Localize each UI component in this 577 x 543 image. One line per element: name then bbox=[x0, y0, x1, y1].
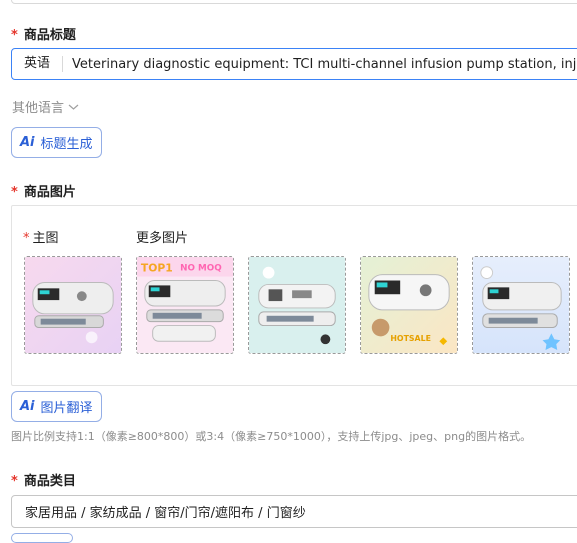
more-image-thumbnail-2[interactable] bbox=[248, 256, 346, 354]
product-category-select[interactable]: 家居用品 / 家纺成品 / 窗帘/门帘/遮阳布 / 门窗纱 bbox=[11, 495, 577, 528]
ai-icon: Ai bbox=[20, 135, 35, 150]
chevron-down-icon bbox=[68, 104, 79, 110]
infusion-pump-image: HOTSALE bbox=[361, 257, 457, 353]
image-format-hint: 图片比例支持1:1（像素≥800*800）或3:4（像素≥750*1000），支… bbox=[11, 430, 532, 443]
infusion-pump-image bbox=[249, 257, 345, 353]
product-title-label: * 商品标题 bbox=[11, 24, 76, 43]
more-image-thumbnail-3[interactable]: HOTSALE bbox=[360, 256, 458, 354]
previous-field[interactable] bbox=[11, 0, 577, 4]
other-languages-text: 其他语言 bbox=[12, 101, 65, 116]
other-languages-toggle[interactable]: 其他语言 bbox=[12, 97, 79, 116]
more-images-label: 更多图片 bbox=[136, 231, 189, 246]
image-translate-button[interactable]: Ai 图片翻译 bbox=[11, 391, 102, 422]
badge-hotsale: HOTSALE bbox=[390, 334, 431, 343]
required-mark: * bbox=[11, 185, 18, 200]
product-images-label-text: 商品图片 bbox=[23, 185, 76, 200]
infusion-pump-image bbox=[25, 257, 121, 353]
title-generate-label: 标题生成 bbox=[40, 137, 93, 152]
infusion-pump-image: TOP1 NO MOQ bbox=[137, 257, 233, 353]
badge-no-moq: NO MOQ bbox=[180, 264, 222, 274]
next-button[interactable] bbox=[11, 533, 73, 543]
required-mark: * bbox=[23, 231, 30, 246]
image-translate-label: 图片翻译 bbox=[40, 401, 93, 416]
product-category-label-text: 商品类目 bbox=[23, 474, 76, 489]
product-category-value: 家居用品 / 家纺成品 / 窗帘/门帘/遮阳布 / 门窗纱 bbox=[25, 506, 306, 521]
title-generate-button[interactable]: Ai 标题生成 bbox=[11, 127, 102, 158]
required-mark: * bbox=[11, 28, 18, 43]
main-image-thumbnail[interactable] bbox=[24, 256, 122, 354]
product-title-label-text: 商品标题 bbox=[23, 28, 76, 43]
product-title-value[interactable]: Veterinary diagnostic equipment: TCI mul… bbox=[63, 57, 577, 72]
product-title-input[interactable]: 英语 Veterinary diagnostic equipment: TCI … bbox=[11, 48, 577, 80]
main-image-label: * 主图 bbox=[23, 227, 59, 246]
badge-top1: TOP1 bbox=[141, 262, 173, 275]
main-image-label-text: 主图 bbox=[32, 231, 59, 246]
product-category-label: * 商品类目 bbox=[11, 470, 76, 489]
more-image-thumbnail-1[interactable]: TOP1 NO MOQ bbox=[136, 256, 234, 354]
required-mark: * bbox=[11, 474, 18, 489]
product-images-label: * 商品图片 bbox=[11, 181, 76, 200]
ai-icon: Ai bbox=[20, 399, 35, 414]
infusion-pump-image bbox=[473, 257, 569, 353]
more-image-thumbnail-4[interactable] bbox=[472, 256, 570, 354]
language-selector[interactable]: 英语 bbox=[12, 56, 64, 72]
